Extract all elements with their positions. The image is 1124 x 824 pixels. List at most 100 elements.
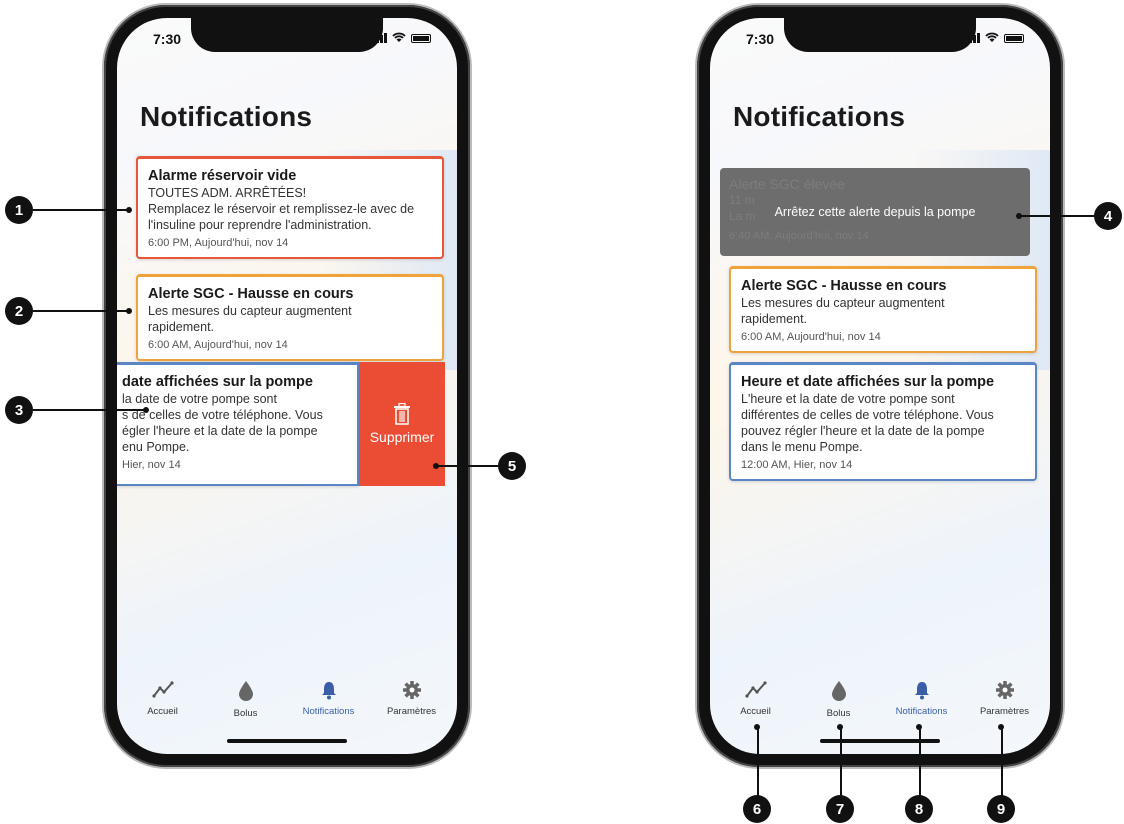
leader-line <box>840 727 842 797</box>
card-title: Heure et date affichées sur la pompe <box>741 374 995 390</box>
leader-dot <box>126 308 132 314</box>
phone-left: 7:30 Notifications Alarme réservoir vide… <box>104 5 470 767</box>
leader-line <box>1001 727 1003 797</box>
callout-4: 4 <box>1094 202 1122 230</box>
leader-line <box>33 409 145 411</box>
leader-line <box>33 209 128 211</box>
card-line: enu Pompe. <box>122 440 190 454</box>
tab-notifications[interactable]: Notifications <box>291 680 367 719</box>
status-time: 7:30 <box>153 31 182 47</box>
card-line: TOUTES ADM. ARRÊTÉES! <box>148 186 307 200</box>
leader-line <box>757 727 759 797</box>
card-line: pouvez régler l'heure et la date de la p… <box>741 424 985 438</box>
tab-parametres[interactable]: Paramètres <box>374 680 450 719</box>
leader-dot <box>754 724 760 730</box>
page-title: Notifications <box>140 101 313 132</box>
leader-line <box>919 727 921 797</box>
tab-parametres[interactable]: Paramètres <box>967 680 1043 719</box>
callout-9: 9 <box>987 795 1015 823</box>
phone-right: 7:30 Notifications Alerte SGC élevée 11 … <box>697 5 1063 767</box>
tab-bar: Accueil Bolus Notifications Paramètres <box>710 680 1050 719</box>
callout-8: 8 <box>905 795 933 823</box>
card-line: rapidement. <box>741 312 808 326</box>
tab-accueil[interactable]: Accueil <box>718 680 794 719</box>
screen: 7:30 Notifications Alarme réservoir vide… <box>117 18 457 754</box>
delete-label: Supprimer <box>369 429 435 445</box>
card-line: Les mesures du capteur augmentent <box>741 296 945 310</box>
card-line: Les mesures du capteur augmentent <box>148 304 352 318</box>
card-date: 6:00 AM, Aujourd'hui, nov 14 <box>741 331 881 343</box>
card-date: 6:00 AM, Aujourd'hui, nov 14 <box>148 339 288 351</box>
leader-dot <box>143 407 149 413</box>
tab-label: Notifications <box>302 706 355 717</box>
ghost-title: Alerte SGC élevée <box>729 176 845 192</box>
leader-dot <box>998 724 1004 730</box>
leader-dot <box>433 463 439 469</box>
leader-line <box>436 465 498 467</box>
card-line: la date de votre pompe sont <box>122 392 277 406</box>
callout-1: 1 <box>5 196 33 224</box>
tab-label: Accueil <box>740 706 771 717</box>
page-title: Notifications <box>733 101 906 132</box>
tab-label: Bolus <box>233 708 258 719</box>
notification-card-alert[interactable]: Alerte SGC - Hausse en cours Les mesures… <box>136 274 444 361</box>
notification-card-info[interactable]: Heure et date affichées sur la pompe L'h… <box>729 362 1037 481</box>
leader-dot <box>916 724 922 730</box>
screen: 7:30 Notifications Alerte SGC élevée 11 … <box>710 18 1050 754</box>
tab-bolus[interactable]: Bolus <box>208 680 284 719</box>
callout-2: 2 <box>5 297 33 325</box>
tab-bolus[interactable]: Bolus <box>801 680 877 719</box>
tab-label: Paramètres <box>386 706 437 717</box>
callout-5: 5 <box>498 452 526 480</box>
notification-card-alert[interactable]: Alerte SGC - Hausse en cours Les mesures… <box>729 266 1037 353</box>
battery-icon <box>1004 34 1024 43</box>
wifi-icon <box>392 32 406 42</box>
tab-label: Notifications <box>895 706 948 717</box>
notification-card-swiped[interactable]: date affichées sur la pompe la date de v… <box>117 362 359 486</box>
card-title: date affichées sur la pompe <box>122 374 313 390</box>
bell-icon <box>914 682 929 700</box>
card-line: s de celles de votre téléphone. Vous <box>122 408 323 422</box>
gear-icon <box>995 681 1014 699</box>
delete-button[interactable]: Supprimer <box>359 362 445 486</box>
notification-card-alarm[interactable]: Alarme réservoir vide TOUTES ADM. ARRÊTÉ… <box>136 156 444 259</box>
trend-icon <box>151 681 174 698</box>
status-time: 7:30 <box>746 31 775 47</box>
ghost-date: 6:40 AM, Aujourd'hui, nov 14 <box>729 230 869 242</box>
blocked-alert-overlay[interactable]: Alerte SGC élevée 11 m La m 6:40 AM, Auj… <box>720 168 1030 256</box>
card-line: rapidement. <box>148 320 215 334</box>
tab-notifications[interactable]: Notifications <box>884 680 960 719</box>
card-line: différentes de celles de votre téléphone… <box>741 408 994 422</box>
notch <box>784 18 976 52</box>
leader-line <box>1020 215 1094 217</box>
leader-dot <box>1016 213 1022 219</box>
card-date: 6:00 PM, Aujourd'hui, nov 14 <box>148 237 289 249</box>
callout-3: 3 <box>5 396 33 424</box>
home-indicator[interactable] <box>820 739 940 743</box>
home-indicator[interactable] <box>227 739 347 743</box>
card-line: dans le menu Pompe. <box>741 440 863 454</box>
card-line: L'heure et la date de votre pompe sont <box>741 392 955 406</box>
leader-line <box>33 310 128 312</box>
wifi-icon <box>985 32 999 42</box>
tab-bar: Accueil Bolus Notifications Paramètres <box>117 680 457 719</box>
card-title: Alerte SGC - Hausse en cours <box>741 278 947 294</box>
card-line: Remplacez le réservoir et remplissez-le … <box>148 202 415 216</box>
battery-icon <box>411 34 431 43</box>
card-line: égler l'heure et la date de la pompe <box>122 424 318 438</box>
callout-7: 7 <box>826 795 854 823</box>
card-date: Hier, nov 14 <box>122 459 181 471</box>
card-title: Alerte SGC - Hausse en cours <box>148 286 354 302</box>
drop-icon <box>238 681 253 701</box>
callout-6: 6 <box>743 795 771 823</box>
leader-dot <box>837 724 843 730</box>
card-title: Alarme réservoir vide <box>148 168 297 184</box>
notch <box>191 18 383 52</box>
drop-icon <box>831 681 846 701</box>
trend-icon <box>744 681 767 698</box>
trash-icon <box>394 403 410 425</box>
tab-label: Bolus <box>826 708 851 719</box>
leader-dot <box>126 207 132 213</box>
bell-icon <box>321 682 336 700</box>
tab-accueil[interactable]: Accueil <box>125 680 201 719</box>
